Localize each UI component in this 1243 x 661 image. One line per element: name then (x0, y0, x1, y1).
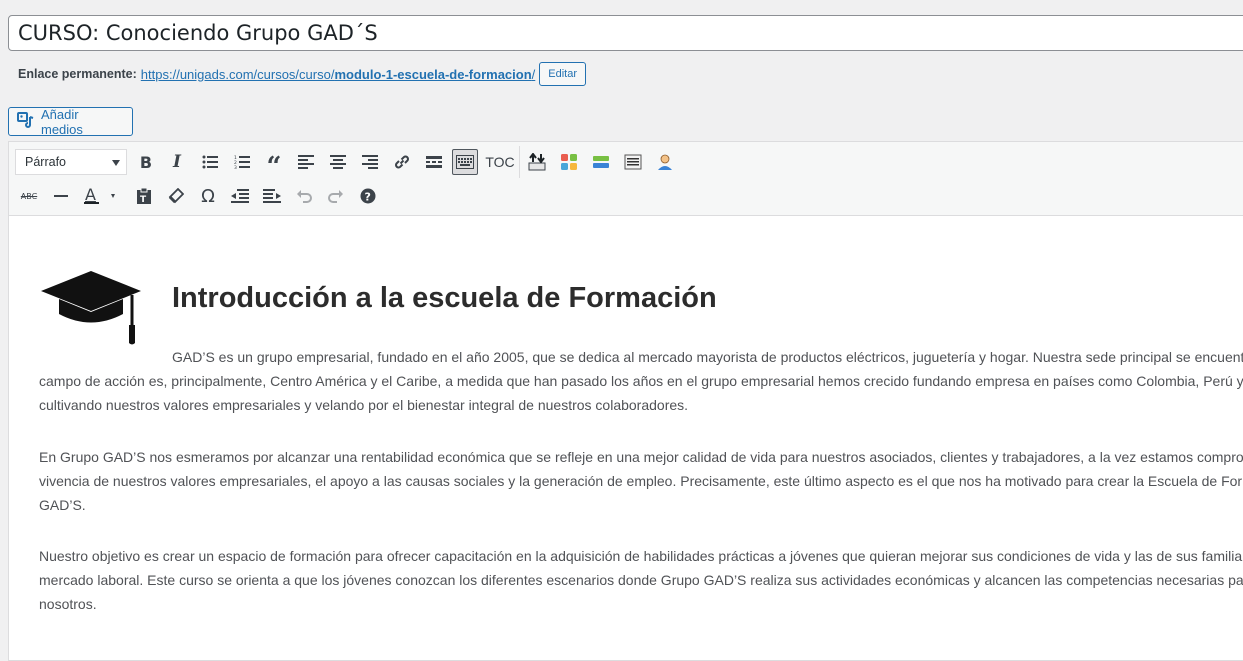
paragraph-1: GAD’S es un grupo empresarial, fundado e… (39, 345, 1243, 417)
link-icon[interactable] (389, 149, 415, 175)
media-icon (17, 111, 35, 132)
toolbar-toggle-icon[interactable] (452, 149, 478, 175)
paragraph-3: Nuestro objetivo es crear un espacio de … (39, 544, 1243, 616)
bullet-list-icon[interactable] (197, 149, 223, 175)
toolbar-separator (519, 146, 520, 178)
paragraph-line: campo de acción es, principalmente, Cent… (39, 373, 1243, 389)
widgets-grid-icon[interactable] (556, 149, 582, 175)
redo-icon[interactable] (323, 183, 349, 209)
editor-content[interactable]: Introducción a la escuela de Formación G… (9, 216, 1243, 660)
editor-toolbar: Párrafo B I 123 “ TOC ABC A T Ω ? (9, 142, 1243, 216)
paste-text-icon[interactable]: T (131, 183, 157, 209)
align-center-icon[interactable] (325, 149, 351, 175)
align-right-icon[interactable] (357, 149, 383, 175)
read-more-icon[interactable] (421, 149, 447, 175)
permalink-link[interactable]: https://unigads.com/cursos/curso/modulo-… (141, 67, 535, 82)
format-select-value: Párrafo (25, 155, 66, 169)
paragraph-2: En Grupo GAD’S nos esmeramos por alcanza… (39, 445, 1243, 517)
bold-icon[interactable]: B (133, 149, 159, 175)
content-heading: Introducción a la escuela de Formación (172, 282, 717, 314)
format-select[interactable]: Párrafo (15, 149, 127, 175)
undo-icon[interactable] (291, 183, 317, 209)
paragraph-line: En Grupo GAD’S nos esmeramos por alcanza… (39, 449, 1243, 465)
add-media-button[interactable]: Añadir medios (8, 106, 133, 137)
editor-area: Párrafo B I 123 “ TOC ABC A T Ω ? Introd… (8, 141, 1243, 661)
permalink-label: Enlace permanente: (18, 67, 137, 81)
chevron-down-icon (112, 160, 120, 166)
numbered-list-icon[interactable]: 123 (229, 149, 255, 175)
post-title-input[interactable]: CURSO: Conociendo Grupo GAD´S (8, 15, 1243, 51)
blockquote-icon[interactable]: “ (261, 149, 287, 180)
svg-text:A: A (85, 186, 96, 204)
add-media-label: Añadir medios (41, 106, 83, 137)
paragraph-line: GAD’S es un grupo empresarial, fundado e… (172, 349, 1243, 365)
graduation-cap-icon (39, 269, 143, 345)
outdent-icon[interactable] (227, 183, 253, 209)
text-color-icon[interactable]: A (80, 183, 122, 209)
svg-text:3: 3 (234, 165, 237, 169)
special-character-icon[interactable]: Ω (195, 183, 221, 209)
toc-label: TOC (485, 154, 515, 170)
toc-button[interactable]: TOC (483, 149, 517, 175)
paragraph-line: Nuestro objetivo es crear un espacio de … (39, 548, 1243, 564)
horizontal-line-icon[interactable] (48, 183, 74, 209)
paragraph-line: nosotros. (39, 596, 97, 612)
paragraph-line: mercado laboral. Este curso se orienta a… (39, 572, 1243, 588)
align-left-icon[interactable] (293, 149, 319, 175)
import-export-icon[interactable] (524, 149, 550, 175)
paragraph-line: GAD’S. (39, 497, 86, 513)
document-lines-icon[interactable] (620, 149, 646, 175)
indent-icon[interactable] (259, 183, 285, 209)
paragraph-line: cultivando nuestros valores empresariale… (39, 397, 689, 413)
svg-text:T: T (140, 195, 147, 205)
svg-text:?: ? (365, 191, 371, 204)
strikethrough-icon[interactable]: ABC (16, 183, 42, 209)
permalink-row: Enlace permanente: https://unigads.com/c… (18, 62, 587, 86)
italic-icon[interactable]: I (164, 149, 190, 175)
user-icon[interactable] (652, 149, 678, 175)
clear-formatting-icon[interactable] (163, 183, 189, 209)
paragraph-line: vivencia de nuestros valores empresarial… (39, 473, 1243, 489)
layers-icon[interactable] (588, 149, 614, 175)
help-icon[interactable]: ? (355, 183, 381, 209)
edit-permalink-button[interactable]: Editar (539, 62, 587, 86)
